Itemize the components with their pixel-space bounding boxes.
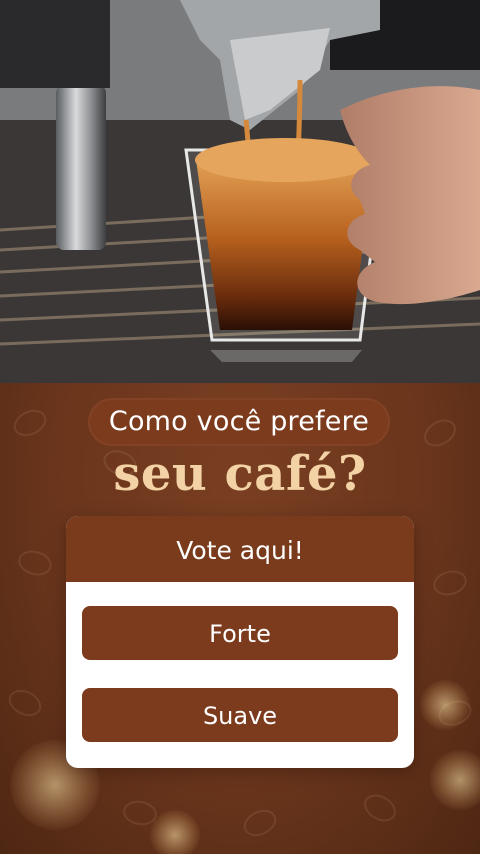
poll-question: Como você prefere — [108, 406, 370, 437]
vote-option-suave[interactable]: Suave — [82, 688, 398, 742]
bokeh-light — [420, 680, 470, 730]
poll-card: Vote aqui! Forte Suave — [66, 516, 414, 768]
espresso-illustration — [0, 0, 480, 383]
poll-headline: seu café? — [113, 446, 367, 502]
espresso-photo — [0, 0, 480, 383]
poll-card-title: Vote aqui! — [66, 516, 414, 582]
poll-story: Como você prefere seu café? Vote aqui! F… — [0, 0, 480, 854]
bokeh-light — [150, 810, 200, 854]
vote-option-forte[interactable]: Forte — [82, 606, 398, 660]
